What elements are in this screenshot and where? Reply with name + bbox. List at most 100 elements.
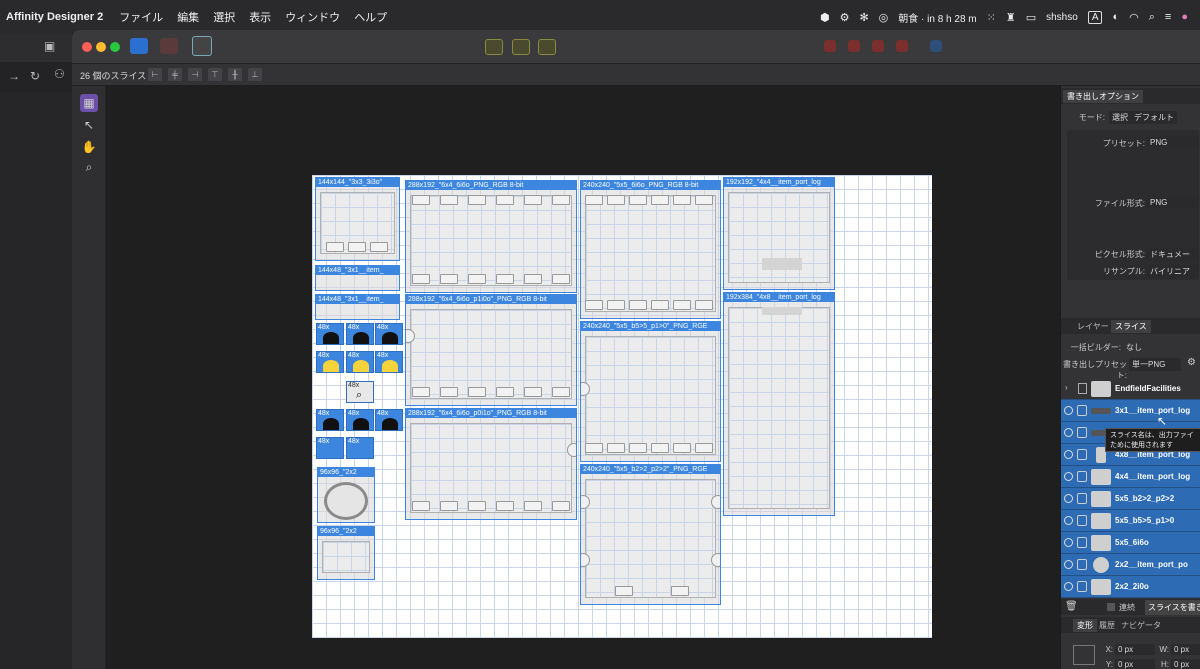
mini-slice[interactable]: 48x	[346, 323, 374, 345]
pixel-persona-icon[interactable]	[160, 38, 178, 54]
slice-4x8[interactable]: 192x384_"4x8__item_port_log	[723, 292, 835, 516]
hand-tool-icon[interactable]: ✋	[80, 138, 98, 156]
slice-2x2-b[interactable]: 96x96_"2x2	[317, 526, 375, 580]
disclosure-arrow-icon[interactable]: ›	[1065, 383, 1068, 392]
input-method-indicator[interactable]: A	[1087, 10, 1103, 24]
menu-select[interactable]: 選択	[213, 9, 235, 25]
reload-icon[interactable]: ↻	[30, 69, 40, 83]
mini-slice[interactable]: 48x	[316, 409, 344, 431]
slice-6x4-p1i0o[interactable]: 288x192_"6x4_6i6o_p1i0o"_PNG_RGB 8-bit	[405, 294, 577, 406]
site-settings-icon[interactable]: ⚇	[54, 67, 65, 81]
tab-export-options[interactable]: 書き出しオプション	[1063, 90, 1143, 103]
slice-5x5-6i6o[interactable]: 240x240_"5x5_6i6o_PNG_RGB 8-bit	[580, 180, 721, 319]
slice-6x4-6i6o[interactable]: 288x192_"6x4_6i6o_PNG_RGB 8-bit	[405, 180, 577, 293]
slice-3x1-a[interactable]: 144x48_"3x1__item_	[315, 265, 400, 291]
mini-slice[interactable]: 48x	[346, 437, 374, 459]
export-persona-icon[interactable]	[192, 36, 212, 56]
bed-icon[interactable]: ▭	[1026, 11, 1036, 24]
batch-builder-dropdown[interactable]: なし	[1123, 341, 1199, 354]
menu-view[interactable]: 表示	[249, 9, 271, 25]
mini-slice[interactable]: 48x	[346, 351, 374, 373]
mini-slice[interactable]: 48x	[316, 351, 344, 373]
export-toggle-icon[interactable]	[1064, 582, 1073, 591]
slice-6x4-p0i1o[interactable]: 288x192_"6x4_6i6o_p0i1o"_PNG_RGB 8-bit	[405, 408, 577, 520]
h-field[interactable]: 0 px	[1171, 659, 1200, 669]
forward-icon[interactable]: →	[8, 69, 20, 83]
x-field[interactable]: 0 px	[1115, 644, 1155, 655]
username[interactable]: shshso	[1046, 12, 1078, 23]
slice-options-icon[interactable]	[1077, 493, 1087, 504]
mini-slice[interactable]: 48x ⌕	[346, 381, 374, 403]
export-toggle-icon[interactable]	[1064, 494, 1073, 503]
snap-selection-icon[interactable]	[485, 39, 503, 55]
slice-row[interactable]: 5x5_6i6o	[1061, 532, 1200, 554]
slice-5x5-b2-p2[interactable]: 240x240_"5x5_b2>2_p2>2"_PNG_RGE	[580, 464, 721, 605]
slice-row[interactable]: 5x5_b5>5_p1>0	[1061, 510, 1200, 532]
boolean-add-icon[interactable]	[824, 40, 836, 52]
slice-group-row[interactable]: › EndfieldFacilities	[1061, 378, 1200, 400]
slice-options-icon[interactable]	[1077, 449, 1087, 460]
mini-slice[interactable]: 48x	[375, 323, 403, 345]
align-top-icon[interactable]: ⊤	[208, 68, 222, 81]
export-toggle-icon[interactable]	[1064, 428, 1073, 437]
slice-options-icon[interactable]	[1077, 405, 1087, 416]
export-toggle-icon[interactable]	[1064, 538, 1073, 547]
boolean-xor-icon[interactable]	[896, 40, 908, 52]
mini-slice[interactable]: 48x	[316, 437, 344, 459]
slice-options-icon[interactable]	[1077, 427, 1087, 438]
snap-nodes-icon[interactable]	[538, 39, 556, 55]
align-left-icon[interactable]: ⊢	[148, 68, 162, 81]
export-toggle-icon[interactable]	[1064, 472, 1073, 481]
boolean-subtract-icon[interactable]	[848, 40, 860, 52]
export-preset-settings-icon[interactable]: ⚙	[1187, 357, 1196, 368]
slice-row[interactable]: 5x5_b2>2_p2>2	[1061, 488, 1200, 510]
preset-dropdown[interactable]: PNG	[1147, 137, 1199, 148]
chatgpt-icon[interactable]: ◎	[879, 11, 889, 24]
wifi-icon[interactable]: ◠	[1129, 11, 1139, 24]
slice-tool-icon[interactable]: ▦	[80, 94, 98, 112]
slice-options-icon[interactable]	[1077, 515, 1087, 526]
tab-history[interactable]: 履歴	[1095, 619, 1119, 632]
document-artboard[interactable]: 144x144_"3x3_3i3o" 144x48_"3x1__item_ 14…	[312, 175, 932, 638]
volume-icon[interactable]: ◐	[1112, 11, 1119, 23]
mini-slice[interactable]: 48x	[316, 323, 344, 345]
cube-icon[interactable]: ⬢	[820, 11, 830, 24]
tab-layers[interactable]: レイヤー	[1073, 320, 1113, 333]
browser-tab-icon[interactable]: ▣	[44, 39, 55, 53]
pixel-format-dropdown[interactable]: ドキュメー	[1147, 248, 1199, 261]
zoom-tool-icon[interactable]: ⌕	[80, 158, 98, 176]
mini-slice[interactable]: 48x	[375, 351, 403, 373]
tab-slices[interactable]: スライス	[1111, 320, 1151, 333]
menu-edit[interactable]: 編集	[177, 9, 199, 25]
align-right-icon[interactable]: ⊣	[188, 68, 202, 81]
slice-5x5-b5-p1[interactable]: 240x240_"5x5_b5>5_p1>0"_PNG_RGE	[580, 321, 721, 462]
designer-persona-icon[interactable]	[130, 38, 148, 54]
export-toggle-icon[interactable]	[1064, 450, 1073, 459]
slice-row[interactable]: 4x4__item_port_log	[1061, 466, 1200, 488]
y-field[interactable]: 0 px	[1115, 659, 1155, 669]
snap-bounds-icon[interactable]	[512, 39, 530, 55]
resample-dropdown[interactable]: バイリニア	[1147, 265, 1199, 278]
slice-row[interactable]: 3x1__item_port_log	[1061, 400, 1200, 422]
boolean-intersect-icon[interactable]	[872, 40, 884, 52]
export-preset-dropdown[interactable]: 単一PNG	[1129, 358, 1181, 371]
calendar-status[interactable]: 朝食 · in 8 h 28 m	[898, 10, 976, 25]
align-icon[interactable]	[930, 40, 942, 52]
mode-select-button[interactable]: 選択	[1109, 111, 1131, 124]
menu-app-name[interactable]: Affinity Designer 2	[6, 11, 103, 23]
menu-help[interactable]: ヘルプ	[354, 9, 387, 25]
slice-options-icon[interactable]	[1077, 581, 1087, 592]
search-icon[interactable]: ⌕	[1149, 11, 1155, 24]
minimize-window-button[interactable]	[96, 42, 106, 52]
export-toggle-icon[interactable]	[1064, 560, 1073, 569]
menu-file[interactable]: ファイル	[119, 9, 163, 25]
slice-selection-tool-icon[interactable]: ↖	[80, 116, 98, 134]
grid-icon[interactable]: ⁙	[987, 11, 996, 24]
continuous-checkbox[interactable]	[1107, 603, 1115, 611]
mode-default-button[interactable]: デフォルト	[1131, 111, 1177, 124]
slice-4x4[interactable]: 192x192_"4x4__item_port_log	[723, 177, 835, 290]
slice-3x1-b[interactable]: 144x48_"3x1__item_	[315, 294, 400, 320]
export-slices-button[interactable]: スライスを書き出	[1145, 600, 1200, 615]
slice-2x2-a[interactable]: 96x96_"2x2	[317, 467, 375, 523]
align-middle-icon[interactable]: ╫	[228, 68, 242, 81]
